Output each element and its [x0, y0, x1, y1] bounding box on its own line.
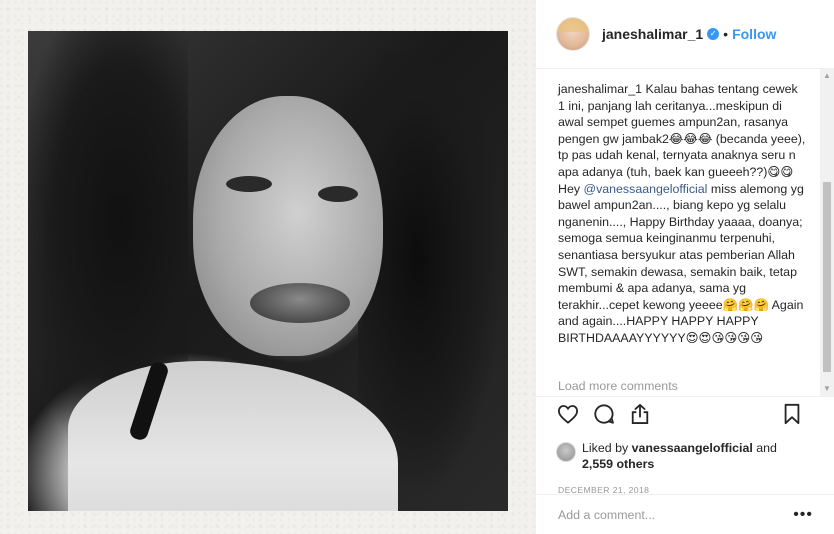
post-header: janeshalimar_1 ✓ • Follow [536, 0, 834, 69]
scroll-down-arrow-icon[interactable]: ▼ [820, 382, 834, 396]
caption-text-2: miss alemong yg bawel ampun2an...., bian… [558, 181, 804, 345]
likes-middle: and [752, 441, 777, 455]
post-actions [536, 396, 834, 430]
likes-section: Liked by vanessaangelofficial and 2,559 o… [536, 430, 834, 482]
likes-user[interactable]: vanessaangelofficial [632, 441, 753, 455]
caption-text-1: Kalau bahas tentang cewek 1 ini, panjang… [558, 82, 806, 196]
verified-badge-icon: ✓ [707, 28, 720, 40]
likes-prefix: Liked by [582, 441, 632, 455]
add-comment-bar: Add a comment... ••• [536, 494, 834, 534]
scrollbar-thumb[interactable] [823, 182, 831, 372]
caption-mention-link[interactable]: @vanessaangelofficial [583, 182, 707, 196]
photo-lips [250, 283, 350, 323]
photo-shoulder [68, 361, 398, 511]
bookmark-icon[interactable] [780, 402, 804, 426]
heart-icon[interactable] [556, 402, 580, 426]
scroll-up-arrow-icon[interactable]: ▲ [820, 69, 834, 83]
author-username[interactable]: janeshalimar_1 [602, 26, 703, 42]
comments-scrollbar[interactable]: ▲ ▼ [820, 69, 834, 396]
caption-author[interactable]: janeshalimar_1 [558, 82, 642, 96]
load-more-comments-button[interactable]: Load more comments [558, 379, 678, 393]
photo-eye-left [226, 176, 272, 192]
likes-count[interactable]: 2,559 others [582, 457, 654, 471]
author-avatar[interactable] [556, 17, 590, 51]
header-separator: • [723, 26, 729, 42]
share-icon[interactable] [628, 402, 652, 426]
more-options-icon[interactable]: ••• [793, 506, 813, 524]
photo-eye-right [318, 186, 358, 202]
post-photo[interactable] [28, 31, 508, 511]
follow-button[interactable]: Follow [732, 26, 776, 42]
likes-summary[interactable]: Liked by vanessaangelofficial and 2,559 o… [582, 440, 777, 472]
post-caption: janeshalimar_1 Kalau bahas tentang cewek… [558, 81, 806, 347]
comments-area: janeshalimar_1 Kalau bahas tentang cewek… [536, 69, 834, 396]
liker-avatar[interactable] [556, 442, 576, 462]
comment-icon[interactable] [592, 402, 616, 426]
post-media-frame [0, 0, 535, 534]
post-panel: janeshalimar_1 ✓ • Follow janeshalimar_1… [535, 0, 834, 534]
